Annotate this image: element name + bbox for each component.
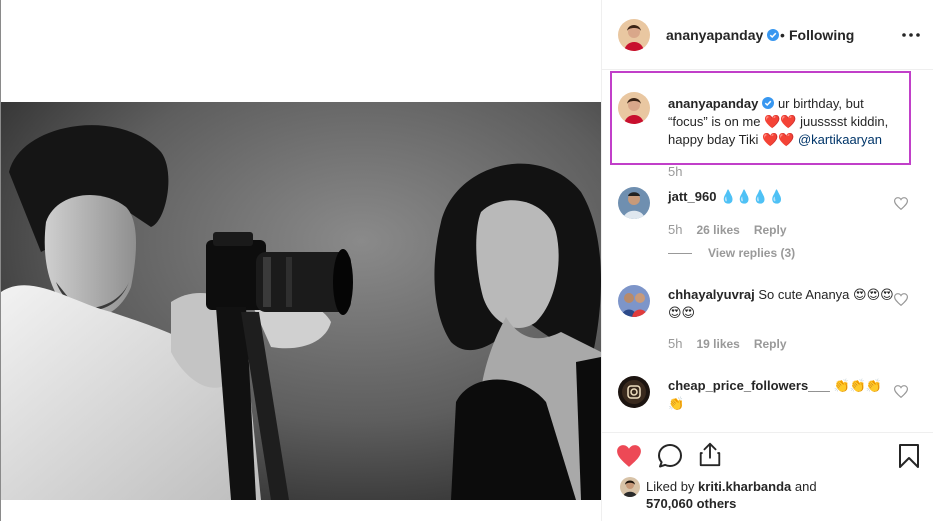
view-replies-line — [668, 253, 692, 255]
comment-timestamp[interactable]: 5h — [668, 222, 682, 237]
post-side-panel: ananyapanday • Following ananyapanday ur… — [602, 0, 933, 521]
caption-author-avatar[interactable] — [618, 92, 650, 124]
comment-text-row: jatt_960 💧💧💧💧 — [668, 188, 898, 206]
more-options-icon[interactable] — [902, 33, 920, 37]
comment-username[interactable]: chhayalyuvraj — [668, 287, 755, 302]
share-icon[interactable] — [697, 441, 723, 467]
comment-like-heart-icon[interactable] — [894, 197, 908, 210]
comment-timestamp[interactable]: 5h — [668, 336, 682, 351]
header-separator: • — [780, 27, 785, 43]
comment-meta: 5h 26 likes Reply — [668, 222, 787, 237]
comment-text-row: chhayalyuvraj So cute Ananya 😍😍😍😍😍 — [668, 286, 898, 322]
liked-by-summary: Liked by kriti.kharbanda and 570,060 oth… — [646, 478, 896, 512]
likes-count[interactable]: 570,060 others — [646, 496, 736, 511]
comment-body: 💧💧💧💧 — [720, 189, 785, 204]
comment-avatar[interactable] — [618, 187, 650, 219]
post-caption: ananyapanday ur birthday, but “focus” is… — [668, 95, 898, 149]
author-avatar[interactable] — [618, 19, 650, 51]
comment-likes[interactable]: 26 likes — [696, 223, 739, 237]
comment-text-row: cheap_price_followers___ 👏👏👏👏 — [668, 377, 898, 413]
post-header: ananyapanday • Following — [602, 0, 933, 70]
caption-timestamp: 5h — [668, 164, 683, 179]
liked-by-user[interactable]: kriti.kharbanda — [698, 479, 791, 494]
liked-by-prefix: Liked by — [646, 479, 695, 494]
view-replies-label[interactable]: View replies (3) — [708, 246, 795, 260]
comment-username[interactable]: jatt_960 — [668, 189, 716, 204]
heart-icon[interactable] — [616, 443, 642, 469]
view-replies-button[interactable]: View replies (3) — [668, 246, 795, 260]
instagram-post-view: ananyapanday • Following ananyapanday ur… — [0, 0, 933, 521]
comment-reply-button[interactable]: Reply — [754, 223, 787, 237]
liked-by-conjunction: and — [794, 479, 817, 494]
caption-username[interactable]: ananyapanday — [668, 96, 758, 111]
caption-verified-badge-icon — [762, 97, 775, 109]
author-username-text[interactable]: ananyapanday — [666, 27, 763, 43]
author-username[interactable]: ananyapanday — [666, 27, 780, 43]
comment-like-heart-icon[interactable] — [894, 385, 908, 398]
liked-by-avatar[interactable] — [620, 477, 640, 497]
comment-icon[interactable] — [657, 443, 683, 469]
verified-badge-icon — [767, 29, 780, 41]
comment-like-heart-icon[interactable] — [894, 293, 908, 306]
following-button[interactable]: Following — [789, 27, 854, 43]
comment-meta: 5h 19 likes Reply — [668, 336, 787, 351]
caption-mention-link[interactable]: @kartikaaryan — [798, 132, 882, 147]
comment-reply-button[interactable]: Reply — [754, 337, 787, 351]
comment-avatar[interactable] — [618, 376, 650, 408]
comment-username[interactable]: cheap_price_followers___ — [668, 378, 830, 393]
comment-likes[interactable]: 19 likes — [696, 337, 739, 351]
post-photo[interactable] — [1, 102, 601, 500]
comment-avatar[interactable] — [618, 285, 650, 317]
bookmark-icon[interactable] — [898, 443, 920, 469]
